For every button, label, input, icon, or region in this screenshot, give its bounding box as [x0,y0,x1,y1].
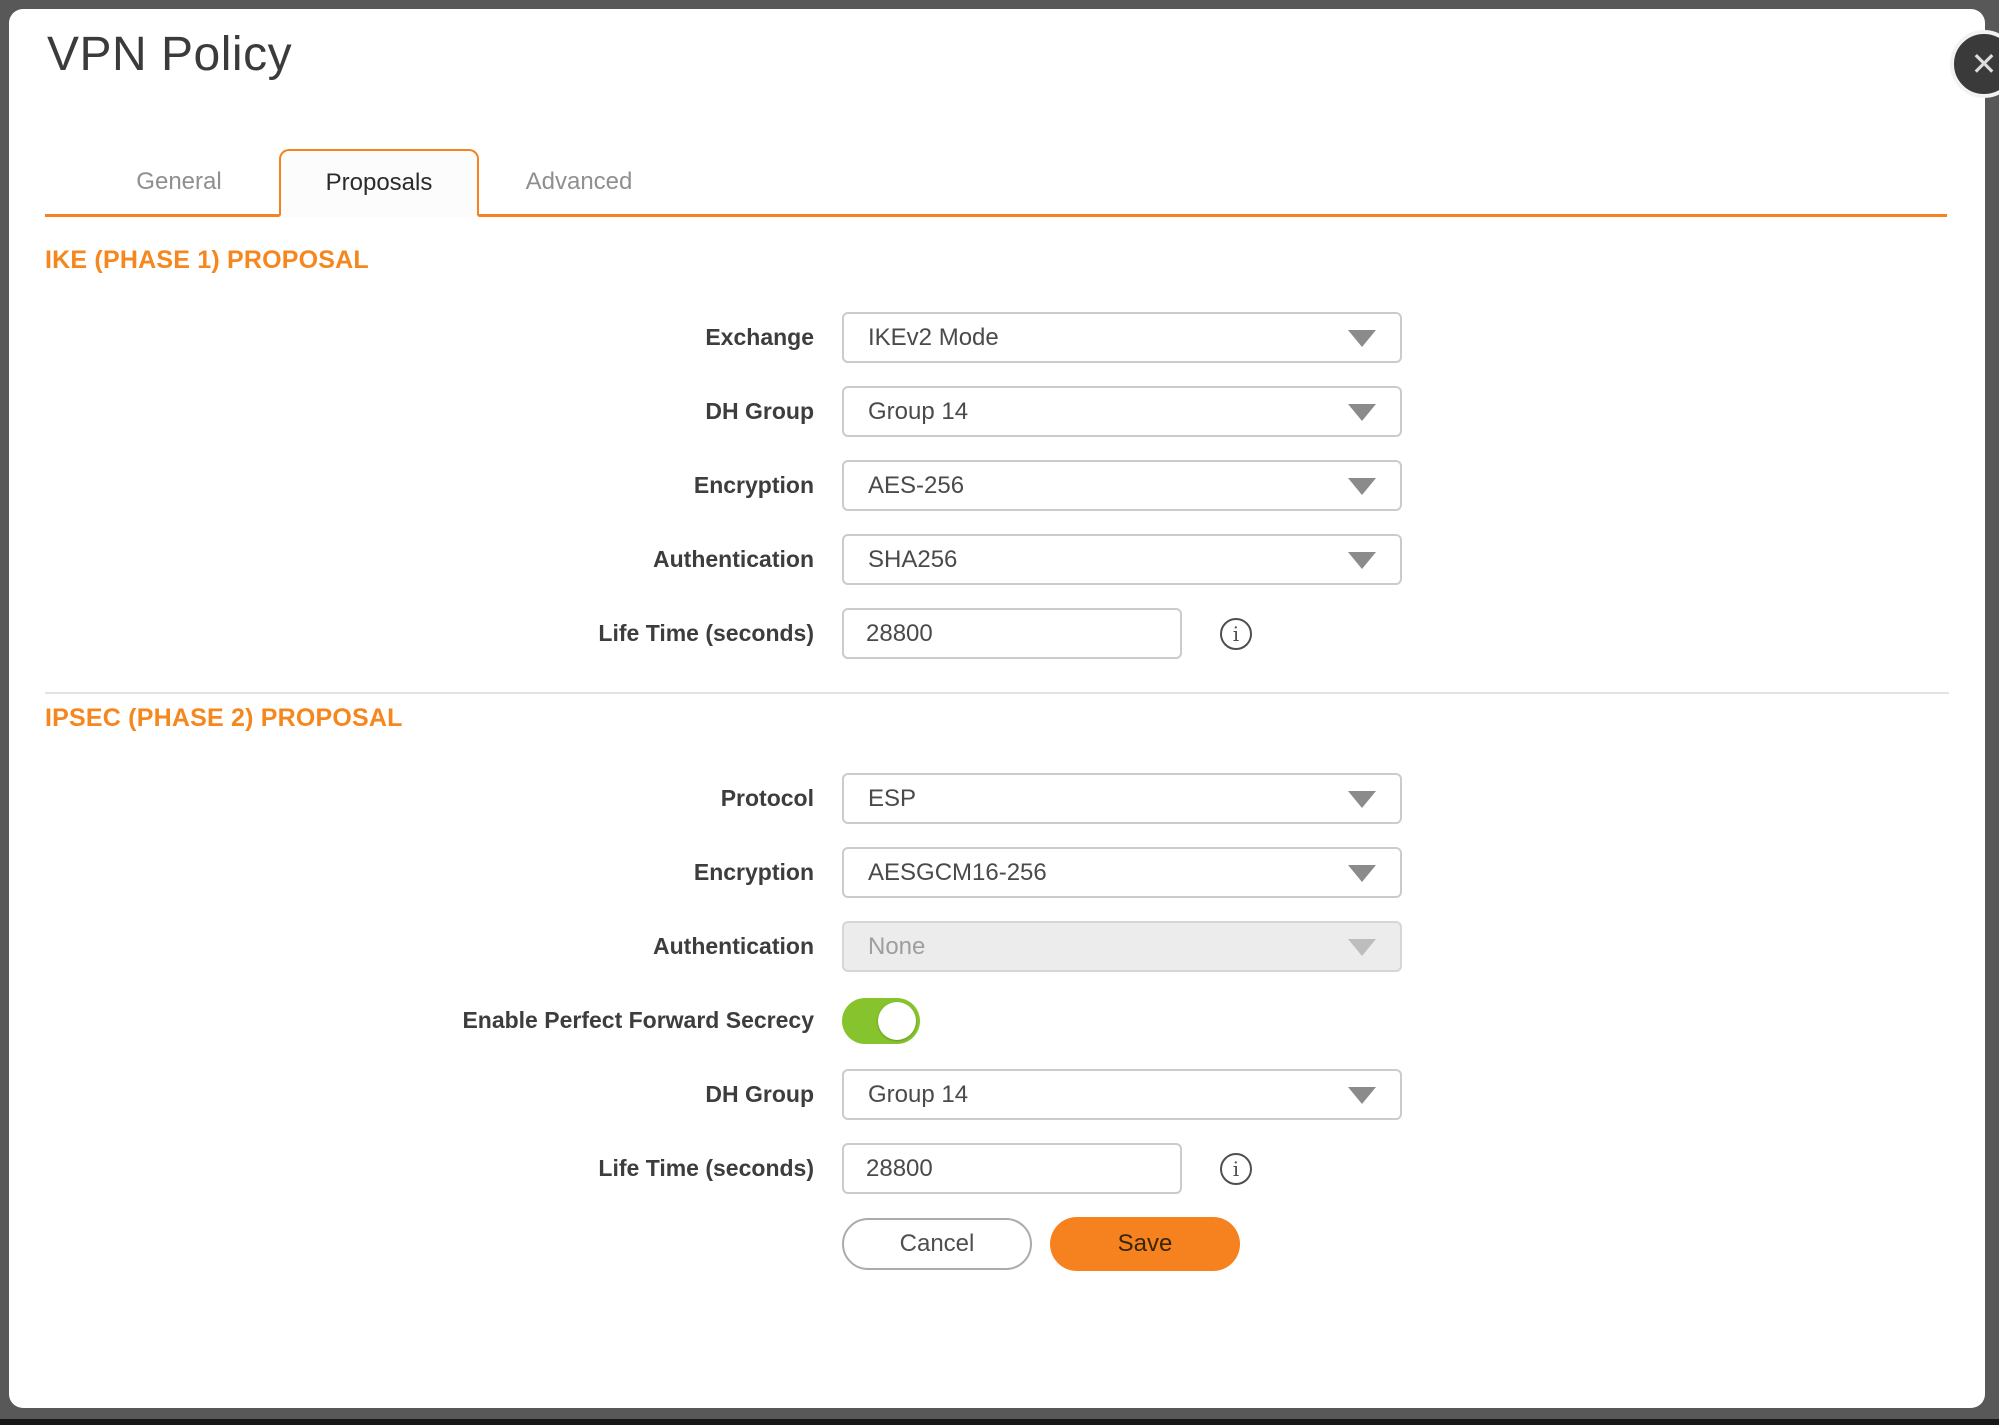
authentication2-row: Authentication None [9,921,1985,972]
authentication2-label: Authentication [9,933,842,960]
authentication-value: SHA256 [868,546,957,574]
dh-group-row: DH Group Group 14 [9,386,1985,437]
pfs-label: Enable Perfect Forward Secrecy [9,1007,842,1034]
protocol-value: ESP [868,785,916,813]
pfs-toggle-on[interactable] [842,998,920,1044]
vpn-policy-dialog: VPN Policy General Proposals Advanced IK… [9,9,1985,1408]
chevron-down-icon [1348,1087,1376,1104]
dh-group2-label: DH Group [9,1081,842,1108]
authentication2-value: None [868,933,925,961]
chevron-down-icon [1348,939,1376,956]
exchange-label: Exchange [9,324,842,351]
encryption-dropdown[interactable]: AES-256 [842,460,1402,511]
protocol-label: Protocol [9,785,842,812]
chevron-down-icon [1348,478,1376,495]
tab-advanced[interactable]: Advanced [479,149,679,214]
life-time2-label: Life Time (seconds) [9,1155,842,1182]
proposals-tab-content: IKE (PHASE 1) PROPOSAL Exchange IKEv2 Mo… [9,220,1985,1271]
tab-general[interactable]: General [79,149,279,214]
chevron-down-icon [1348,552,1376,569]
chevron-down-icon [1348,791,1376,808]
encryption-label: Encryption [9,472,842,499]
encryption-value: AES-256 [868,472,964,500]
chevron-down-icon [1348,330,1376,347]
encryption-row: Encryption AES-256 [9,460,1985,511]
protocol-dropdown[interactable]: ESP [842,773,1402,824]
chevron-down-icon [1348,865,1376,882]
life-time2-input[interactable] [842,1143,1182,1194]
life-time2-row: Life Time (seconds) i [9,1143,1985,1194]
dh-group2-row: DH Group Group 14 [9,1069,1985,1120]
chevron-down-icon [1348,404,1376,421]
dh-group-label: DH Group [9,398,842,425]
exchange-dropdown[interactable]: IKEv2 Mode [842,312,1402,363]
exchange-value: IKEv2 Mode [868,324,999,352]
authentication2-dropdown-disabled: None [842,921,1402,972]
close-icon: ✕ [1971,48,1998,80]
save-button[interactable]: Save [1050,1217,1240,1271]
encryption2-value: AESGCM16-256 [868,859,1047,887]
dh-group-value: Group 14 [868,398,968,426]
ipsec-phase2-heading: IPSEC (PHASE 2) PROPOSAL [45,704,1985,734]
cancel-button[interactable]: Cancel [842,1218,1032,1270]
life-time-label: Life Time (seconds) [9,620,842,647]
tab-bar: General Proposals Advanced [45,149,1947,217]
life-time-row: Life Time (seconds) i [9,608,1985,659]
dh-group2-dropdown[interactable]: Group 14 [842,1069,1402,1120]
authentication-label: Authentication [9,546,842,573]
ike-phase1-heading: IKE (PHASE 1) PROPOSAL [45,246,1985,276]
section-divider [45,692,1949,694]
encryption2-label: Encryption [9,859,842,886]
encryption2-row: Encryption AESGCM16-256 [9,847,1985,898]
protocol-row: Protocol ESP [9,773,1985,824]
phase1-form: Exchange IKEv2 Mode DH Group Group 14 En… [9,312,1985,659]
authentication-dropdown[interactable]: SHA256 [842,534,1402,585]
action-buttons: Cancel Save [842,1217,1985,1271]
authentication-row: Authentication SHA256 [9,534,1985,585]
phase2-form: Protocol ESP Encryption AESGCM16-256 Aut… [9,773,1985,1271]
encryption2-dropdown[interactable]: AESGCM16-256 [842,847,1402,898]
life-time-input[interactable] [842,608,1182,659]
frame-bottom-edge [0,1419,1999,1425]
exchange-row: Exchange IKEv2 Mode [9,312,1985,363]
pfs-row: Enable Perfect Forward Secrecy [9,995,1985,1046]
info-icon[interactable]: i [1220,618,1252,650]
page-title: VPN Policy [47,27,292,82]
dh-group-dropdown[interactable]: Group 14 [842,386,1402,437]
info-icon[interactable]: i [1220,1153,1252,1185]
dh-group2-value: Group 14 [868,1081,968,1109]
toggle-knob [878,1002,916,1040]
tab-proposals[interactable]: Proposals [279,149,479,217]
